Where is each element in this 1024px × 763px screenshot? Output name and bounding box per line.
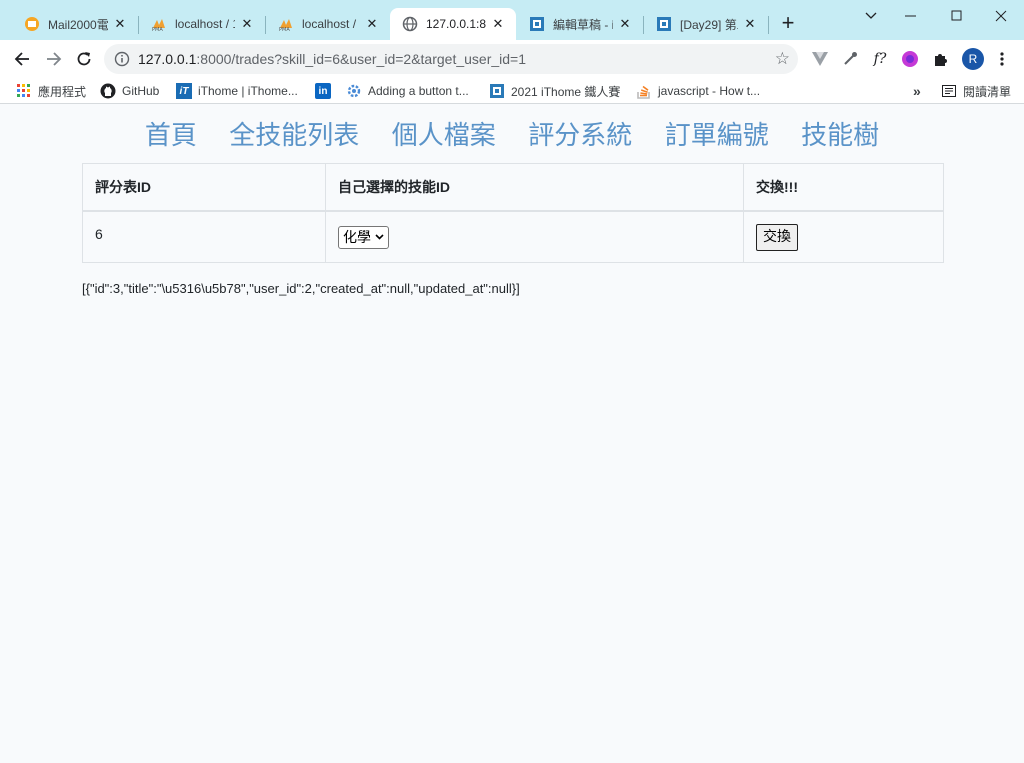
reading-list-icon xyxy=(941,83,957,99)
exchange-button[interactable]: 交換 xyxy=(756,223,798,251)
reading-list-button[interactable]: 閱讀清單 xyxy=(941,82,1011,100)
tab-localhost-1[interactable]: PMA localhost / 1 ✕ xyxy=(139,8,265,40)
profile-avatar[interactable]: R xyxy=(962,48,984,70)
reading-list-label: 閱讀清單 xyxy=(963,84,1012,99)
tab-title: Mail2000電 xyxy=(48,17,108,32)
column-header-exchange: 交換!!! xyxy=(743,163,944,212)
bookmark-label: 應用程式 xyxy=(38,84,87,99)
close-icon[interactable]: ✕ xyxy=(112,16,128,32)
tab-strip: Mail2000電 ✕ PMA localhost / 1 ✕ PMA loca… xyxy=(0,0,1024,40)
vue-devtools-icon[interactable] xyxy=(810,49,830,69)
url-path: :8000/trades?skill_id=6&user_id=2&target… xyxy=(196,51,527,67)
gear-icon xyxy=(346,83,362,99)
browser-toolbar: 127.0.0.1:8000/trades?skill_id=6&user_id… xyxy=(0,40,1024,78)
tab-localhost-2[interactable]: PMA localhost / 1 ✕ xyxy=(266,8,390,40)
ithome-icon xyxy=(489,83,505,99)
phpmyadmin-icon: PMA xyxy=(278,16,294,32)
trades-table: 評分表ID 自己選擇的技能ID 交換!!! 6 化學 交換 xyxy=(82,163,944,263)
back-button[interactable] xyxy=(8,45,36,73)
svg-text:PMA: PMA xyxy=(279,27,290,32)
menu-kebab-icon[interactable] xyxy=(992,49,1012,69)
skill-select-value: 化學 xyxy=(343,229,371,245)
bookmark-adding-button[interactable]: Adding a button t... xyxy=(346,82,469,100)
globe-icon xyxy=(402,16,418,32)
ithome-icon xyxy=(656,16,672,32)
page-content: 首頁 全技能列表 個人檔案 評分系統 訂單編號 技能樹 評分表ID 自己選擇的技… xyxy=(0,105,1024,763)
tab-127-active[interactable]: 127.0.0.1:80 ✕ xyxy=(390,8,516,40)
apps-grid-icon xyxy=(16,83,32,99)
skill-select[interactable]: 化學 xyxy=(338,225,389,249)
bookmarks-bar: 應用程式 GitHub iT iThome | iThome... in Add… xyxy=(0,78,1024,104)
minimize-button[interactable] xyxy=(888,0,934,32)
skill-select-cell: 化學 xyxy=(325,210,744,263)
column-header-chosen-skill: 自己選擇的技能ID xyxy=(325,163,744,212)
bookmark-github[interactable]: GitHub xyxy=(100,82,159,100)
color-extension-icon[interactable] xyxy=(900,49,920,69)
bookmark-label: 2021 iThome 鐵人賽 xyxy=(511,84,621,99)
phpmyadmin-icon: PMA xyxy=(151,16,167,32)
bookmark-label: javascript - How t... xyxy=(658,84,761,98)
nav-link-rating-system[interactable]: 評分系統 xyxy=(528,115,632,152)
svg-text:PMA: PMA xyxy=(152,27,163,32)
linkedin-icon: in xyxy=(315,83,331,99)
close-icon[interactable]: ✕ xyxy=(490,16,506,32)
table-row: 6 化學 交換 xyxy=(82,210,944,263)
arrow-right-icon xyxy=(47,52,62,66)
url-host: 127.0.0.1 xyxy=(138,51,197,67)
reload-icon xyxy=(77,52,91,66)
column-header-rating-id: 評分表ID xyxy=(82,163,326,212)
tab-divider xyxy=(768,16,769,34)
info-icon[interactable] xyxy=(114,51,130,67)
ithome-icon: iT xyxy=(176,83,192,99)
bookmark-label: GitHub xyxy=(122,84,160,98)
close-icon[interactable]: ✕ xyxy=(617,16,633,32)
bookmark-linkedin[interactable]: in xyxy=(315,82,337,100)
bookmark-apps[interactable]: 應用程式 xyxy=(16,82,86,100)
nav-link-skill-tree[interactable]: 技能樹 xyxy=(801,115,879,152)
ithome-icon xyxy=(529,16,545,32)
nav-link-home[interactable]: 首頁 xyxy=(145,115,197,152)
url-text[interactable]: 127.0.0.1:8000/trades?skill_id=6&user_id… xyxy=(138,51,526,67)
close-icon[interactable]: ✕ xyxy=(742,16,758,32)
address-bar[interactable]: 127.0.0.1:8000/trades?skill_id=6&user_id… xyxy=(104,44,798,74)
nav-link-profile[interactable]: 個人檔案 xyxy=(392,115,496,152)
reload-button[interactable] xyxy=(70,45,98,73)
arrow-left-icon xyxy=(14,52,29,66)
new-tab-button[interactable]: + xyxy=(776,12,800,36)
table-header-row: 評分表ID 自己選擇的技能ID 交換!!! xyxy=(82,163,944,212)
bookmark-star-icon[interactable]: ☆ xyxy=(775,49,790,69)
close-icon[interactable]: ✕ xyxy=(239,16,255,32)
nav-link-all-skills[interactable]: 全技能列表 xyxy=(229,115,359,152)
maximize-button[interactable] xyxy=(934,0,980,32)
bookmark-label: Adding a button t... xyxy=(368,84,469,98)
tab-day29[interactable]: [Day29] 第二 ✕ xyxy=(644,8,768,40)
tab-mail2000[interactable]: Mail2000電 ✕ xyxy=(12,8,138,40)
bookmark-stackoverflow[interactable]: javascript - How t... xyxy=(636,82,760,100)
nav-link-order-number[interactable]: 訂單編號 xyxy=(665,115,769,152)
bookmark-ironman[interactable]: 2021 iThome 鐵人賽 xyxy=(489,82,620,100)
rating-id-cell: 6 xyxy=(82,210,326,263)
tab-title: 127.0.0.1:80 xyxy=(426,17,486,31)
chevron-down-icon xyxy=(375,232,384,243)
bookmark-ithome[interactable]: iT iThome | iThome... xyxy=(176,82,298,100)
eyedropper-icon[interactable] xyxy=(840,49,860,69)
tab-title: localhost / 1 xyxy=(175,17,235,31)
json-output: [{"id":3,"title":"\u5316\u5b78","user_id… xyxy=(82,281,520,296)
bookmark-label: iThome | iThome... xyxy=(198,84,298,98)
stackoverflow-icon xyxy=(636,83,652,99)
main-nav: 首頁 全技能列表 個人檔案 評分系統 訂單編號 技能樹 xyxy=(0,115,1024,152)
formula-extension-icon[interactable]: f? xyxy=(870,49,890,69)
tab-title: 編輯草稿 - iT xyxy=(553,17,613,32)
mail-icon xyxy=(24,16,40,32)
exchange-cell: 交換 xyxy=(743,210,944,263)
tab-ithome-draft[interactable]: 編輯草稿 - iT ✕ xyxy=(517,8,643,40)
github-icon xyxy=(100,83,116,99)
puzzle-extensions-icon[interactable] xyxy=(930,49,950,69)
tab-title: localhost / 1 xyxy=(302,17,360,31)
tab-title: [Day29] 第二 xyxy=(680,17,738,32)
close-icon[interactable]: ✕ xyxy=(364,16,380,32)
forward-button[interactable] xyxy=(40,45,68,73)
close-window-button[interactable] xyxy=(978,0,1024,32)
bookmarks-overflow-button[interactable]: » xyxy=(913,82,921,100)
